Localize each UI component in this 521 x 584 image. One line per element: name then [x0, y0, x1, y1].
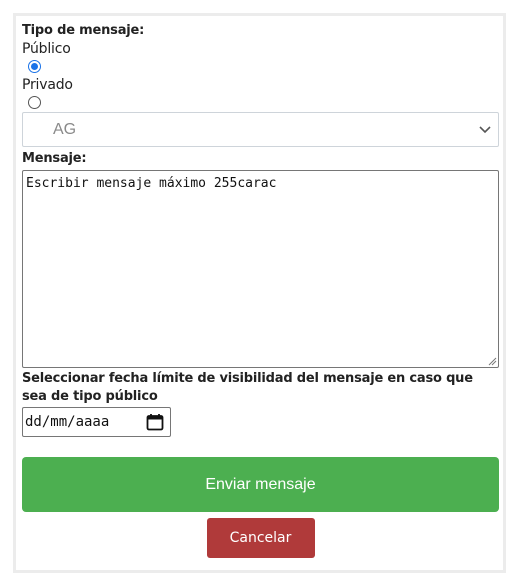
resize-grip-icon[interactable]: [487, 356, 497, 366]
message-text: Escribir mensaje máximo 255carac: [26, 176, 277, 191]
option-label-publico: Público: [22, 41, 71, 57]
submit-button[interactable]: Enviar mensaje: [22, 457, 499, 512]
cancel-button[interactable]: Cancelar: [206, 518, 315, 558]
message-type-label: Tipo de mensaje:: [22, 23, 145, 38]
message-form: Tipo de mensaje: Público Privado AG Mens…: [22, 22, 499, 558]
chevron-down-icon: [479, 126, 491, 134]
option-label-privado: Privado: [22, 77, 73, 93]
date-placeholder: dd/mm/aaaa: [25, 414, 110, 430]
date-label: Seleccionar fecha límite de visibilidad …: [22, 371, 473, 404]
radio-publico[interactable]: [28, 60, 41, 73]
calendar-icon[interactable]: [146, 413, 164, 431]
message-textarea[interactable]: Escribir mensaje máximo 255carac: [22, 170, 499, 368]
select-value: AG: [53, 121, 77, 138]
radio-privado[interactable]: [28, 96, 41, 109]
message-label: Mensaje:: [22, 151, 87, 166]
recipient-select[interactable]: AG: [22, 112, 499, 147]
date-input[interactable]: dd/mm/aaaa: [22, 407, 171, 437]
